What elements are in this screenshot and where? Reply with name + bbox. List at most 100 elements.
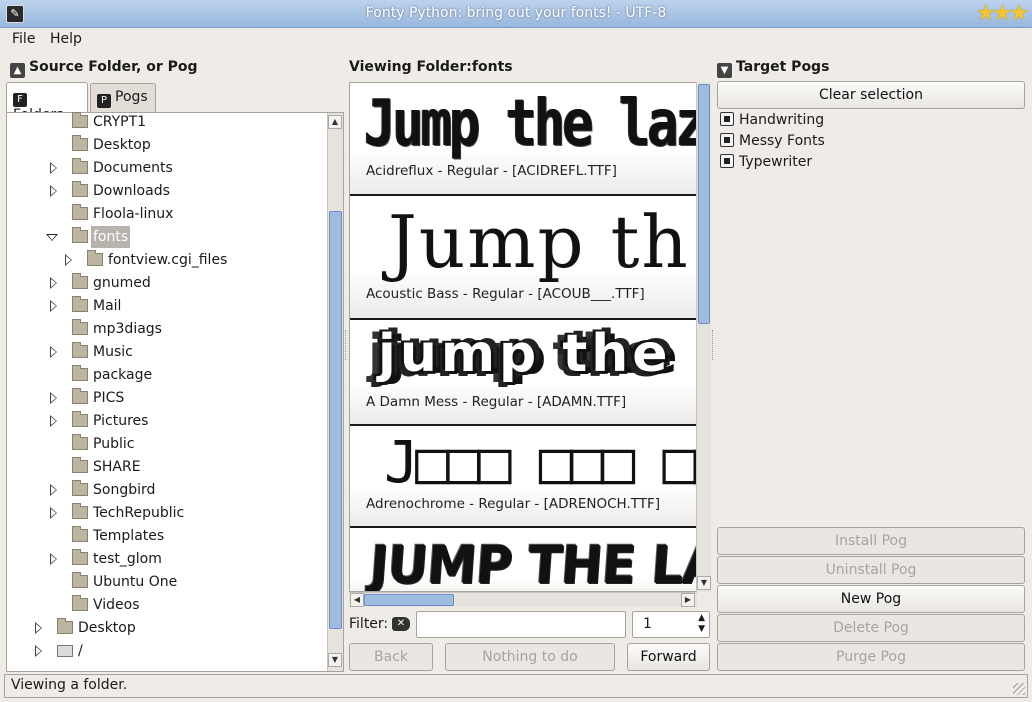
tree-item[interactable]: Videos — [7, 594, 325, 616]
folder-tree[interactable]: CRYPT1 Desktop Documents Downloads Floola-li… — [6, 112, 344, 672]
menu-file[interactable]: File — [12, 31, 35, 47]
target-arrow-icon: ▼ — [717, 63, 732, 78]
preview-scroll-left-icon[interactable]: ◀ — [350, 593, 364, 607]
font-item-rough[interactable]: JUMP THE LAZY D — [350, 528, 696, 591]
right-pane-handle[interactable] — [712, 330, 714, 360]
tree-item[interactable]: package — [7, 364, 325, 386]
spinner-arrows-icon[interactable]: ▲ ▼ — [698, 613, 705, 635]
back-button[interactable]: Back — [349, 643, 433, 671]
tree-item[interactable]: mp3diags — [7, 318, 325, 340]
expander-closed-icon[interactable] — [50, 162, 57, 174]
tree-item[interactable]: Documents — [7, 157, 325, 179]
pog-label: Typewriter — [739, 154, 813, 170]
tree-item[interactable]: Ubuntu One — [7, 571, 325, 593]
expander-closed-icon[interactable] — [35, 645, 42, 657]
tree-item[interactable]: Public — [7, 433, 325, 455]
pog-icon — [720, 133, 734, 147]
page-spinner[interactable]: 1 ▲ ▼ — [632, 611, 710, 638]
tree-item-label: PICS — [93, 390, 125, 406]
preview-vscroll-thumb[interactable] — [698, 84, 710, 324]
tree-scroll-thumb[interactable] — [329, 211, 342, 629]
filter-input[interactable] — [416, 611, 626, 638]
pogs-tab-icon: P — [97, 94, 111, 108]
tab-pogs[interactable]: P Pogs — [90, 83, 156, 113]
preview-hscroll-thumb[interactable] — [364, 594, 454, 606]
tree-item[interactable]: Desktop — [7, 617, 325, 639]
expander-closed-icon[interactable] — [35, 622, 42, 634]
tree-item-label: Public — [93, 436, 135, 452]
font-item-acoustic-bass[interactable]: Jump th Acoustic Bass - Regular - [ACOUB… — [350, 196, 696, 320]
tree-item[interactable]: Songbird — [7, 479, 325, 501]
font-item-acidreflux[interactable]: Jump the laz Acidreflux - Regular - [ACI… — [350, 83, 696, 196]
expander-closed-icon[interactable] — [50, 507, 57, 519]
forward-button[interactable]: Forward — [627, 643, 710, 671]
preview-vscrollbar[interactable]: ▼ — [696, 82, 711, 592]
nothing-to-do-button[interactable]: Nothing to do — [445, 643, 615, 671]
expander-closed-icon[interactable] — [50, 415, 57, 427]
tree-item[interactable]: fontview.cgi_files — [7, 249, 325, 271]
tree-item-label: Desktop — [78, 620, 136, 636]
tree-item[interactable]: Floola-linux — [7, 203, 325, 225]
expander-closed-icon[interactable] — [50, 392, 57, 404]
tree-item[interactable]: PICS — [7, 387, 325, 409]
expander-open-icon[interactable] — [46, 234, 58, 241]
tree-item[interactable]: SHARE — [7, 456, 325, 478]
expander-closed-icon[interactable] — [65, 254, 72, 266]
tree-scroll-up-icon[interactable]: ▲ — [328, 115, 342, 129]
target-pog-list[interactable]: Handwriting Messy Fonts Typewriter — [716, 110, 1026, 526]
left-pane-handle[interactable] — [345, 330, 347, 360]
font-preview-list[interactable]: Jump the laz Acidreflux - Regular - [ACI… — [349, 82, 697, 592]
uninstall-pog-button[interactable]: Uninstall Pog — [717, 556, 1025, 584]
clear-selection-button[interactable]: Clear selection — [717, 81, 1025, 109]
folder-icon — [72, 503, 88, 519]
tree-item[interactable]: gnumed — [7, 272, 325, 294]
folder-icon — [72, 342, 88, 358]
preview-scroll-right-icon[interactable]: ▶ — [681, 593, 695, 607]
purge-pog-button[interactable]: Purge Pog — [717, 643, 1025, 671]
folder-icon — [72, 158, 88, 174]
tree-item[interactable]: Desktop — [7, 134, 325, 156]
tree-scroll-down-icon[interactable]: ▼ — [328, 653, 342, 667]
expander-closed-icon[interactable] — [50, 300, 57, 312]
font-item-a-damn-mess[interactable]: jump the A Damn Mess - Regular - [ADAMN.… — [350, 320, 696, 426]
pog-item-typewriter[interactable]: Typewriter — [720, 152, 812, 173]
font-sample: jump the — [378, 324, 672, 384]
tab-folders[interactable]: FFolders — [6, 82, 88, 123]
tab-pogs-label: Pogs — [115, 89, 148, 105]
tree-item-label: Downloads — [93, 183, 170, 199]
preview-scroll-down-icon[interactable]: ▼ — [697, 576, 711, 590]
expander-closed-icon[interactable] — [50, 346, 57, 358]
tree-item[interactable]: Templates — [7, 525, 325, 547]
new-pog-button[interactable]: New Pog — [717, 585, 1025, 613]
tree-item[interactable]: test_glom — [7, 548, 325, 570]
tree-item[interactable]: Downloads — [7, 180, 325, 202]
tree-item[interactable]: fonts — [7, 226, 325, 248]
tree-item[interactable]: Pictures — [7, 410, 325, 432]
folder-icon — [72, 135, 88, 151]
expander-closed-icon[interactable] — [50, 185, 57, 197]
tree-item[interactable]: Music — [7, 341, 325, 363]
tree-item[interactable]: / — [7, 640, 325, 662]
viewer-heading: Viewing Folder:fonts — [349, 59, 513, 75]
expander-closed-icon[interactable] — [50, 553, 57, 565]
install-pog-button[interactable]: Install Pog — [717, 527, 1025, 555]
font-sample: Jump th — [388, 200, 690, 284]
pog-item-handwriting[interactable]: Handwriting — [720, 110, 824, 131]
resize-grip-icon[interactable] — [1013, 683, 1025, 695]
expander-closed-icon[interactable] — [50, 277, 57, 289]
delete-pog-button[interactable]: Delete Pog — [717, 614, 1025, 642]
pog-label: Messy Fonts — [739, 133, 825, 149]
tree-item-label: test_glom — [93, 551, 162, 567]
expander-closed-icon[interactable] — [50, 484, 57, 496]
pog-icon — [720, 112, 734, 126]
font-item-adrenochrome[interactable]: J□□□ □□□ □□ Adrenochrome - Regular - [AD… — [350, 426, 696, 528]
title-bar[interactable]: ✎ Fonty Python: bring out your fonts! - … — [0, 0, 1032, 28]
tree-scrollbar[interactable]: ▲ ▼ — [327, 113, 343, 671]
pog-item-messy-fonts[interactable]: Messy Fonts — [720, 131, 825, 152]
tree-item[interactable]: TechRepublic — [7, 502, 325, 524]
clear-filter-icon[interactable]: ✕ — [392, 617, 410, 631]
tree-item[interactable]: CRYPT1 — [7, 111, 325, 133]
menu-help[interactable]: Help — [50, 31, 82, 47]
preview-hscrollbar[interactable]: ◀ ▶ — [349, 592, 697, 607]
tree-item[interactable]: Mail — [7, 295, 325, 317]
